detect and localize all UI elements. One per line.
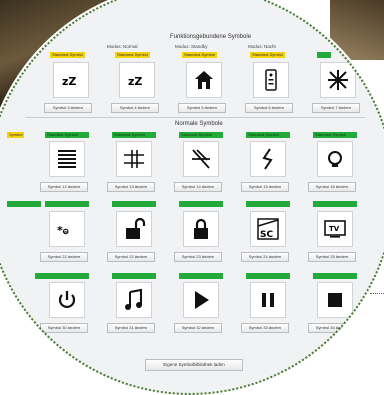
svg-text:SC: SC	[260, 230, 273, 240]
standard-tag-r1-1: Standard-Symbol	[45, 132, 89, 138]
sleep-zzz-icon: zZ	[62, 75, 76, 88]
svg-text:zZ: zZ	[128, 75, 142, 88]
section-function-title: Funktionsgebundene Symbole	[170, 34, 252, 40]
change-symbol-25-button[interactable]: Symbol 25 ändern	[308, 252, 356, 262]
symbol-22b-tile[interactable]	[116, 211, 152, 247]
standard-tag-r2-2	[112, 201, 156, 207]
locked-padlock-icon	[194, 218, 208, 239]
col-header-night: Modus: Nacht	[248, 44, 276, 49]
rope-icon	[262, 148, 273, 170]
standard-tag-r1-3: Standard-Symbol	[179, 132, 223, 138]
section-divider	[25, 117, 365, 118]
sliders-icon	[124, 150, 144, 168]
standard-tag-r2-5	[313, 201, 357, 207]
standard-tag-1: Standard-Symbol	[50, 52, 85, 58]
stop-icon	[328, 293, 342, 307]
standard-tag-4: Standard-Symbol	[250, 52, 285, 58]
standard-tag-r2-3	[179, 201, 223, 207]
music-note-icon	[125, 288, 142, 310]
change-symbol-33-button[interactable]: Symbol 33 ändern	[241, 323, 289, 333]
remote-control-icon	[265, 69, 277, 91]
standard-tag-r3-1	[35, 273, 89, 279]
svg-text:*ဓ: *ဓ	[57, 224, 69, 237]
symbol-22a-tile[interactable]: *ဓ	[49, 211, 85, 247]
snowflake-sun-icon	[328, 70, 348, 90]
symbol-13-tile[interactable]	[116, 141, 152, 177]
symbol-24-tile[interactable]: SC	[250, 211, 286, 247]
symbol-31-tile[interactable]	[116, 282, 152, 318]
symbol-3-tile[interactable]: zZ	[53, 62, 89, 98]
symbol-tag-left: Symbol	[7, 132, 25, 138]
standard-tag-r3-2	[112, 273, 156, 279]
standard-tag-r3-4	[246, 273, 290, 279]
standard-tag-r3-3	[179, 273, 223, 279]
symbol-7-tile[interactable]	[320, 62, 356, 98]
strikethrough-icon	[192, 149, 210, 169]
standard-tag-r3-5	[313, 273, 357, 279]
change-symbol-24-button[interactable]: Symbol 24 ändern	[241, 252, 289, 262]
standard-tag-r2-1	[45, 201, 89, 207]
standard-tag-3: Standard-Symbol	[182, 52, 217, 58]
col-header-standby: Modus: Standby	[175, 44, 208, 49]
change-symbol-14-button[interactable]: Symbol 14 ändern	[174, 182, 222, 192]
standard-tag-2: Standard-Symbol	[115, 52, 150, 58]
col-header-normal: Modus: Normal	[107, 44, 138, 49]
house-icon	[195, 71, 213, 89]
change-symbol-32-button[interactable]: Symbol 32 ändern	[174, 323, 222, 333]
standard-tag-r2-4	[246, 201, 290, 207]
change-symbol-22b-button[interactable]: Symbol 22 ändern	[107, 252, 155, 262]
change-symbol-31-button[interactable]: Symbol 31 ändern	[107, 323, 155, 333]
symbol-14-tile[interactable]	[183, 141, 219, 177]
symbol-6-tile[interactable]	[253, 62, 289, 98]
sc-icon: SC	[257, 218, 279, 240]
symbol-33-tile[interactable]	[250, 282, 286, 318]
symbol-30-tile[interactable]	[49, 282, 85, 318]
callout-line	[370, 293, 384, 294]
symbol-34-tile[interactable]	[317, 282, 353, 318]
standard-tag-r2-0	[7, 201, 41, 207]
magnifier-lens: Funktionsgebundene Symbole Modus: Normal…	[0, 0, 384, 395]
sleep-zzz-icon: zZ	[128, 75, 142, 88]
change-symbol-30-button[interactable]: Symbol 30 ändern	[40, 323, 88, 333]
change-symbol-12-button[interactable]: Symbol 12 ändern	[40, 182, 88, 192]
change-symbol-6-button[interactable]: Symbol 6 ändern	[245, 103, 293, 113]
change-symbol-13-button[interactable]: Symbol 13 ändern	[107, 182, 155, 192]
load-symbol-library-button[interactable]: Eigene Symbolbibliothek laden	[145, 359, 243, 371]
green-tag-edge	[317, 52, 331, 58]
power-icon	[58, 291, 76, 308]
change-symbol-34-button[interactable]: Symbol 34 ändern	[308, 323, 356, 333]
section-normal-title: Normale Symbole	[175, 121, 223, 127]
symbol-16-tile[interactable]	[317, 141, 353, 177]
symbol-12-tile[interactable]	[49, 141, 85, 177]
standard-tag-r1-5: Standard-Symbol	[313, 132, 357, 138]
unlocked-padlock-icon	[126, 217, 146, 239]
change-symbol-5-button[interactable]: Symbol 5 ändern	[178, 103, 226, 113]
bulb-icon	[328, 151, 342, 167]
symbol-5-tile[interactable]	[186, 62, 222, 98]
symbol-32-tile[interactable]	[183, 282, 219, 318]
change-symbol-16-button[interactable]: Symbol 16 ändern	[308, 182, 356, 192]
standard-tag-r1-4: Standard-Symbol	[246, 132, 290, 138]
symbol-4-tile[interactable]: zZ	[119, 62, 155, 98]
pause-icon	[262, 293, 274, 307]
symbol-25-tile[interactable]: TV	[317, 211, 353, 247]
change-symbol-3-button[interactable]: Symbol 3 ändern	[44, 103, 92, 113]
svg-text:zZ: zZ	[62, 75, 76, 88]
dialog-icon: *ဓ	[57, 224, 69, 237]
change-symbol-15-button[interactable]: Symbol 15 ändern	[241, 182, 289, 192]
change-symbol-7-button[interactable]: Symbol 7 ändern	[312, 103, 360, 113]
svg-text:TV: TV	[329, 225, 340, 233]
symbol-15-tile[interactable]	[250, 141, 286, 177]
hamburger-lines-icon	[58, 150, 76, 168]
change-symbol-22a-button[interactable]: Symbol 22 ändern	[40, 252, 88, 262]
change-symbol-4-button[interactable]: Symbol 4 ändern	[111, 103, 159, 113]
play-icon	[195, 291, 209, 309]
standard-tag-r1-2: Standard-Symbol	[112, 132, 156, 138]
symbol-23-tile[interactable]	[183, 211, 219, 247]
change-symbol-23-button[interactable]: Symbol 23 ändern	[174, 252, 222, 262]
tv-icon: TV	[324, 220, 346, 238]
